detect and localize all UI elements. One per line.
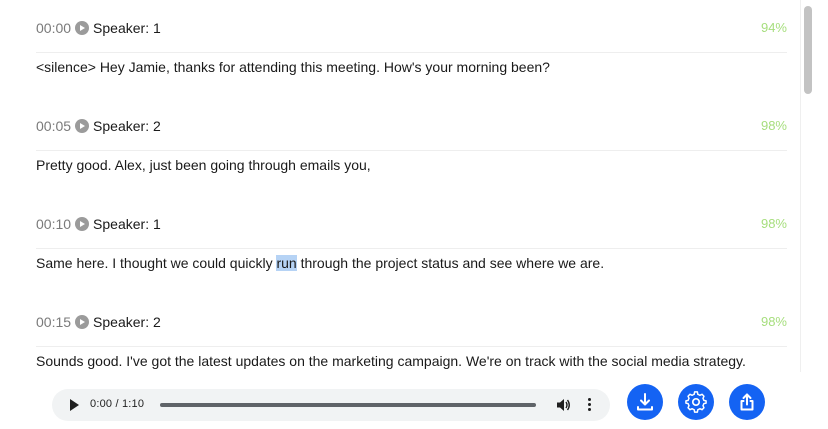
segment-play-icon[interactable]	[75, 119, 90, 133]
segment-timestamp[interactable]: 00:15	[36, 314, 71, 330]
download-button[interactable]	[627, 384, 663, 420]
segment-header: 00:05 Speaker: 2 98%	[36, 116, 787, 136]
share-icon	[740, 393, 754, 411]
segment-text[interactable]: <silence> Hey Jamie, thanks for attendin…	[36, 58, 550, 76]
segment-play-icon[interactable]	[75, 315, 90, 329]
transcript-segment: 00:10 Speaker: 1 98% Same here. I though…	[36, 214, 787, 271]
segment-speaker: Speaker: 1	[93, 20, 161, 36]
segment-confidence: 94%	[760, 20, 787, 35]
segment-timestamp[interactable]: 00:05	[36, 118, 71, 134]
segment-timestamp[interactable]: 00:00	[36, 20, 71, 36]
share-button[interactable]	[729, 384, 765, 420]
segment-header: 00:00 Speaker: 1 94%	[36, 18, 787, 38]
audio-player: 0:00 / 1:10	[52, 389, 610, 421]
segment-play-icon[interactable]	[75, 217, 90, 231]
segment-text-before: Same here. I thought we could quickly	[36, 255, 277, 271]
segment-speaker: Speaker: 1	[93, 216, 161, 232]
segment-speaker: Speaker: 2	[93, 118, 161, 134]
segment-divider	[36, 346, 787, 347]
transcript-segment: 00:15 Speaker: 2 98% Sounds good. I've g…	[36, 312, 787, 369]
segment-text[interactable]: Same here. I thought we could quickly ru…	[36, 254, 604, 272]
gear-icon	[685, 391, 707, 413]
transcript-segment: 00:00 Speaker: 1 94% <silence> Hey Jamie…	[36, 18, 787, 75]
segment-header: 00:10 Speaker: 1 98%	[36, 214, 787, 234]
segment-play-icon[interactable]	[75, 21, 90, 35]
segment-divider	[36, 248, 787, 249]
segment-confidence: 98%	[760, 216, 787, 231]
download-icon	[637, 393, 653, 411]
segment-text[interactable]: Sounds good. I've got the latest updates…	[36, 352, 746, 370]
play-icon[interactable]	[70, 399, 79, 411]
volume-icon[interactable]	[556, 397, 570, 413]
transcript-segment: 00:05 Speaker: 2 98% Pretty good. Alex, …	[36, 116, 787, 173]
scrollbar-thumb[interactable]	[804, 6, 812, 94]
segment-speaker: Speaker: 2	[93, 314, 161, 330]
segment-divider	[36, 150, 787, 151]
segment-header: 00:15 Speaker: 2 98%	[36, 312, 787, 332]
audio-time-display: 0:00 / 1:10	[90, 398, 145, 410]
transcript-panel: 00:00 Speaker: 1 94% <silence> Hey Jamie…	[0, 0, 800, 372]
segment-text[interactable]: Pretty good. Alex, just been going throu…	[36, 156, 371, 174]
segment-divider	[36, 52, 787, 53]
segment-confidence: 98%	[760, 118, 787, 133]
audio-progress-bar[interactable]	[160, 403, 536, 407]
segment-text-after: through the project status and see where…	[296, 255, 605, 271]
highlighted-word[interactable]: run	[276, 255, 297, 271]
settings-button[interactable]	[678, 384, 714, 420]
segment-confidence: 98%	[760, 314, 787, 329]
segment-timestamp[interactable]: 00:10	[36, 216, 71, 232]
more-options-icon[interactable]	[586, 397, 592, 413]
